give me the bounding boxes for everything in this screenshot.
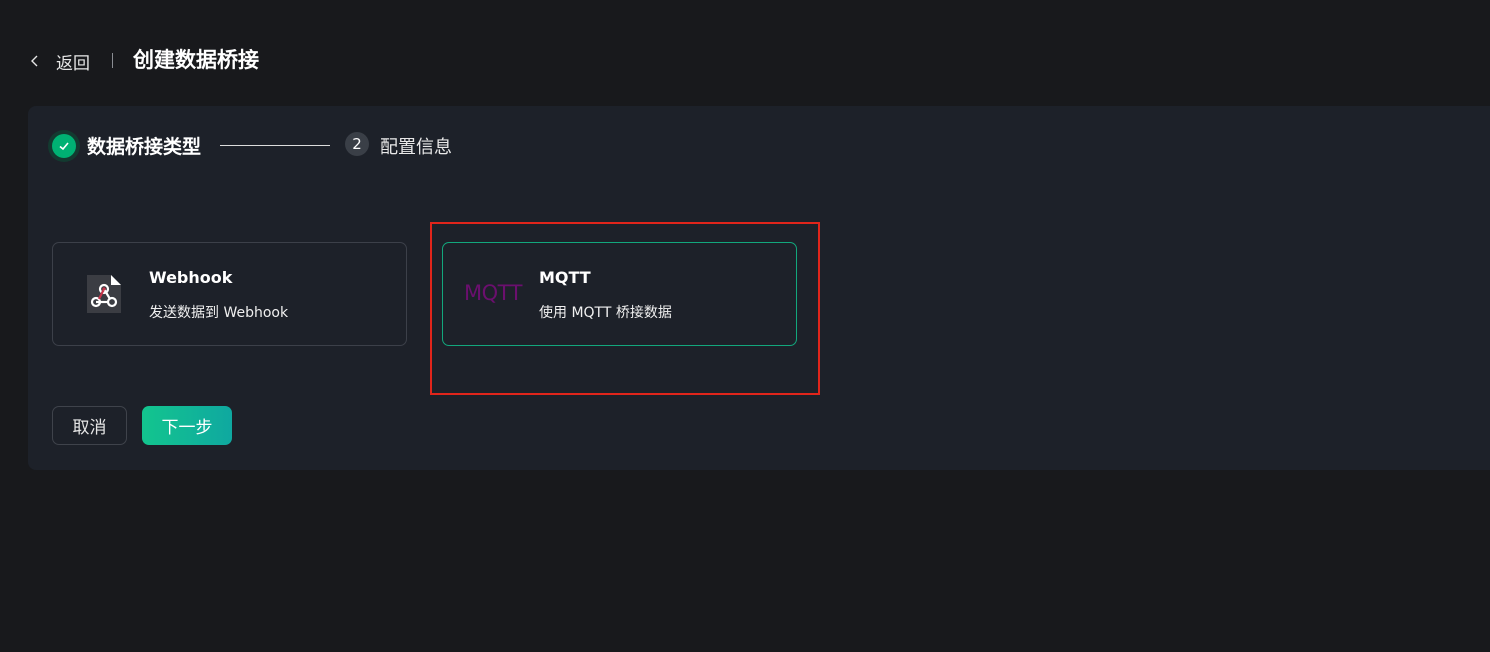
chevron-left-icon (31, 55, 38, 67)
step-done-icon (48, 130, 80, 162)
cancel-button[interactable]: 取消 (52, 406, 127, 445)
webhook-icon (83, 273, 125, 315)
mqtt-logo: MQTT (464, 281, 522, 305)
option-name: Webhook (149, 268, 233, 287)
page-title: 创建数据桥接 (133, 48, 259, 72)
option-mqtt[interactable]: MQTT MQTT 使用 MQTT 桥接数据 (442, 242, 797, 346)
option-desc: 发送数据到 Webhook (149, 305, 289, 321)
step-2-label: 配置信息 (380, 137, 452, 158)
back-label: 返回 (56, 53, 90, 74)
step-2-number: 2 (345, 132, 369, 156)
step-connector (220, 145, 330, 146)
option-webhook[interactable]: Webhook 发送数据到 Webhook (52, 242, 407, 346)
create-bridge-card: 数据桥接类型 2 配置信息 Webhook 发送数据到 Webhook MQTT… (28, 106, 1490, 470)
next-step-button[interactable]: 下一步 (142, 406, 232, 445)
header-divider (112, 53, 113, 68)
step-1-label: 数据桥接类型 (87, 136, 202, 158)
option-name: MQTT (539, 268, 591, 287)
check-icon (59, 142, 69, 151)
option-desc: 使用 MQTT 桥接数据 (539, 305, 672, 321)
back-button[interactable]: 返回 (28, 47, 90, 75)
page-header: 返回 创建数据桥接 (0, 0, 1490, 106)
